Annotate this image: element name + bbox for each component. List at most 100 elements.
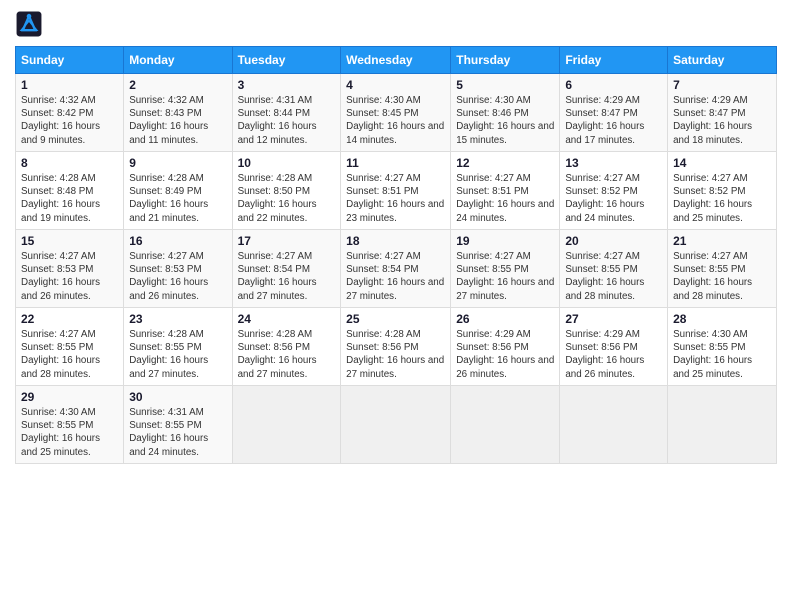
day-info: Sunrise: 4:30 AMSunset: 8:55 PMDaylight:… — [673, 329, 752, 380]
day-number: 29 — [21, 390, 118, 404]
day-info: Sunrise: 4:32 AMSunset: 8:42 PMDaylight:… — [21, 95, 100, 146]
col-header-sunday: Sunday — [16, 47, 124, 74]
day-cell: 12 Sunrise: 4:27 AMSunset: 8:51 PMDaylig… — [451, 152, 560, 230]
day-cell — [232, 386, 341, 464]
day-number: 10 — [238, 156, 336, 170]
week-row-1: 1 Sunrise: 4:32 AMSunset: 8:42 PMDayligh… — [16, 74, 777, 152]
day-cell: 14 Sunrise: 4:27 AMSunset: 8:52 PMDaylig… — [668, 152, 777, 230]
day-number: 30 — [129, 390, 226, 404]
day-cell: 24 Sunrise: 4:28 AMSunset: 8:56 PMDaylig… — [232, 308, 341, 386]
day-info: Sunrise: 4:27 AMSunset: 8:55 PMDaylight:… — [21, 329, 100, 380]
day-info: Sunrise: 4:28 AMSunset: 8:49 PMDaylight:… — [129, 173, 208, 224]
day-info: Sunrise: 4:28 AMSunset: 8:56 PMDaylight:… — [346, 329, 444, 380]
col-header-thursday: Thursday — [451, 47, 560, 74]
day-number: 27 — [565, 312, 662, 326]
day-number: 24 — [238, 312, 336, 326]
day-number: 20 — [565, 234, 662, 248]
day-info: Sunrise: 4:29 AMSunset: 8:56 PMDaylight:… — [565, 329, 644, 380]
day-number: 14 — [673, 156, 771, 170]
day-cell: 6 Sunrise: 4:29 AMSunset: 8:47 PMDayligh… — [560, 74, 668, 152]
col-header-monday: Monday — [124, 47, 232, 74]
week-row-5: 29 Sunrise: 4:30 AMSunset: 8:55 PMDaylig… — [16, 386, 777, 464]
day-number: 9 — [129, 156, 226, 170]
day-cell: 13 Sunrise: 4:27 AMSunset: 8:52 PMDaylig… — [560, 152, 668, 230]
day-cell: 22 Sunrise: 4:27 AMSunset: 8:55 PMDaylig… — [16, 308, 124, 386]
day-number: 26 — [456, 312, 554, 326]
day-number: 11 — [346, 156, 445, 170]
day-number: 22 — [21, 312, 118, 326]
day-info: Sunrise: 4:27 AMSunset: 8:51 PMDaylight:… — [346, 173, 444, 224]
day-cell: 10 Sunrise: 4:28 AMSunset: 8:50 PMDaylig… — [232, 152, 341, 230]
day-number: 8 — [21, 156, 118, 170]
day-cell: 8 Sunrise: 4:28 AMSunset: 8:48 PMDayligh… — [16, 152, 124, 230]
day-number: 21 — [673, 234, 771, 248]
day-number: 12 — [456, 156, 554, 170]
day-cell: 9 Sunrise: 4:28 AMSunset: 8:49 PMDayligh… — [124, 152, 232, 230]
day-number: 1 — [21, 78, 118, 92]
day-number: 6 — [565, 78, 662, 92]
day-info: Sunrise: 4:29 AMSunset: 8:56 PMDaylight:… — [456, 329, 554, 380]
day-cell: 11 Sunrise: 4:27 AMSunset: 8:51 PMDaylig… — [341, 152, 451, 230]
day-cell: 28 Sunrise: 4:30 AMSunset: 8:55 PMDaylig… — [668, 308, 777, 386]
day-cell: 29 Sunrise: 4:30 AMSunset: 8:55 PMDaylig… — [16, 386, 124, 464]
day-info: Sunrise: 4:27 AMSunset: 8:55 PMDaylight:… — [673, 251, 752, 302]
day-cell: 26 Sunrise: 4:29 AMSunset: 8:56 PMDaylig… — [451, 308, 560, 386]
col-header-saturday: Saturday — [668, 47, 777, 74]
header — [15, 10, 777, 38]
day-info: Sunrise: 4:27 AMSunset: 8:55 PMDaylight:… — [456, 251, 554, 302]
day-number: 15 — [21, 234, 118, 248]
day-info: Sunrise: 4:27 AMSunset: 8:52 PMDaylight:… — [673, 173, 752, 224]
calendar-table: SundayMondayTuesdayWednesdayThursdayFrid… — [15, 46, 777, 464]
day-number: 5 — [456, 78, 554, 92]
day-info: Sunrise: 4:27 AMSunset: 8:55 PMDaylight:… — [565, 251, 644, 302]
header-row: SundayMondayTuesdayWednesdayThursdayFrid… — [16, 47, 777, 74]
day-cell: 20 Sunrise: 4:27 AMSunset: 8:55 PMDaylig… — [560, 230, 668, 308]
day-cell — [341, 386, 451, 464]
day-info: Sunrise: 4:30 AMSunset: 8:55 PMDaylight:… — [21, 407, 100, 458]
day-info: Sunrise: 4:31 AMSunset: 8:55 PMDaylight:… — [129, 407, 208, 458]
day-cell: 3 Sunrise: 4:31 AMSunset: 8:44 PMDayligh… — [232, 74, 341, 152]
logo — [15, 10, 47, 38]
page: SundayMondayTuesdayWednesdayThursdayFrid… — [0, 0, 792, 612]
day-info: Sunrise: 4:28 AMSunset: 8:56 PMDaylight:… — [238, 329, 317, 380]
day-cell: 30 Sunrise: 4:31 AMSunset: 8:55 PMDaylig… — [124, 386, 232, 464]
col-header-wednesday: Wednesday — [341, 47, 451, 74]
day-cell: 25 Sunrise: 4:28 AMSunset: 8:56 PMDaylig… — [341, 308, 451, 386]
day-cell — [560, 386, 668, 464]
day-cell: 17 Sunrise: 4:27 AMSunset: 8:54 PMDaylig… — [232, 230, 341, 308]
day-info: Sunrise: 4:27 AMSunset: 8:54 PMDaylight:… — [346, 251, 444, 302]
day-number: 4 — [346, 78, 445, 92]
day-number: 23 — [129, 312, 226, 326]
day-number: 7 — [673, 78, 771, 92]
day-info: Sunrise: 4:27 AMSunset: 8:54 PMDaylight:… — [238, 251, 317, 302]
day-cell: 23 Sunrise: 4:28 AMSunset: 8:55 PMDaylig… — [124, 308, 232, 386]
day-info: Sunrise: 4:27 AMSunset: 8:53 PMDaylight:… — [129, 251, 208, 302]
day-cell: 2 Sunrise: 4:32 AMSunset: 8:43 PMDayligh… — [124, 74, 232, 152]
day-info: Sunrise: 4:27 AMSunset: 8:53 PMDaylight:… — [21, 251, 100, 302]
day-number: 18 — [346, 234, 445, 248]
week-row-3: 15 Sunrise: 4:27 AMSunset: 8:53 PMDaylig… — [16, 230, 777, 308]
day-info: Sunrise: 4:31 AMSunset: 8:44 PMDaylight:… — [238, 95, 317, 146]
day-cell: 19 Sunrise: 4:27 AMSunset: 8:55 PMDaylig… — [451, 230, 560, 308]
day-cell: 21 Sunrise: 4:27 AMSunset: 8:55 PMDaylig… — [668, 230, 777, 308]
day-number: 19 — [456, 234, 554, 248]
day-number: 28 — [673, 312, 771, 326]
day-cell: 27 Sunrise: 4:29 AMSunset: 8:56 PMDaylig… — [560, 308, 668, 386]
day-cell: 5 Sunrise: 4:30 AMSunset: 8:46 PMDayligh… — [451, 74, 560, 152]
logo-icon — [15, 10, 43, 38]
day-info: Sunrise: 4:30 AMSunset: 8:46 PMDaylight:… — [456, 95, 554, 146]
day-number: 25 — [346, 312, 445, 326]
week-row-4: 22 Sunrise: 4:27 AMSunset: 8:55 PMDaylig… — [16, 308, 777, 386]
day-cell — [668, 386, 777, 464]
day-cell: 15 Sunrise: 4:27 AMSunset: 8:53 PMDaylig… — [16, 230, 124, 308]
col-header-friday: Friday — [560, 47, 668, 74]
day-cell: 16 Sunrise: 4:27 AMSunset: 8:53 PMDaylig… — [124, 230, 232, 308]
day-number: 16 — [129, 234, 226, 248]
day-info: Sunrise: 4:32 AMSunset: 8:43 PMDaylight:… — [129, 95, 208, 146]
day-info: Sunrise: 4:28 AMSunset: 8:48 PMDaylight:… — [21, 173, 100, 224]
col-header-tuesday: Tuesday — [232, 47, 341, 74]
day-info: Sunrise: 4:29 AMSunset: 8:47 PMDaylight:… — [565, 95, 644, 146]
day-info: Sunrise: 4:29 AMSunset: 8:47 PMDaylight:… — [673, 95, 752, 146]
week-row-2: 8 Sunrise: 4:28 AMSunset: 8:48 PMDayligh… — [16, 152, 777, 230]
day-info: Sunrise: 4:27 AMSunset: 8:51 PMDaylight:… — [456, 173, 554, 224]
